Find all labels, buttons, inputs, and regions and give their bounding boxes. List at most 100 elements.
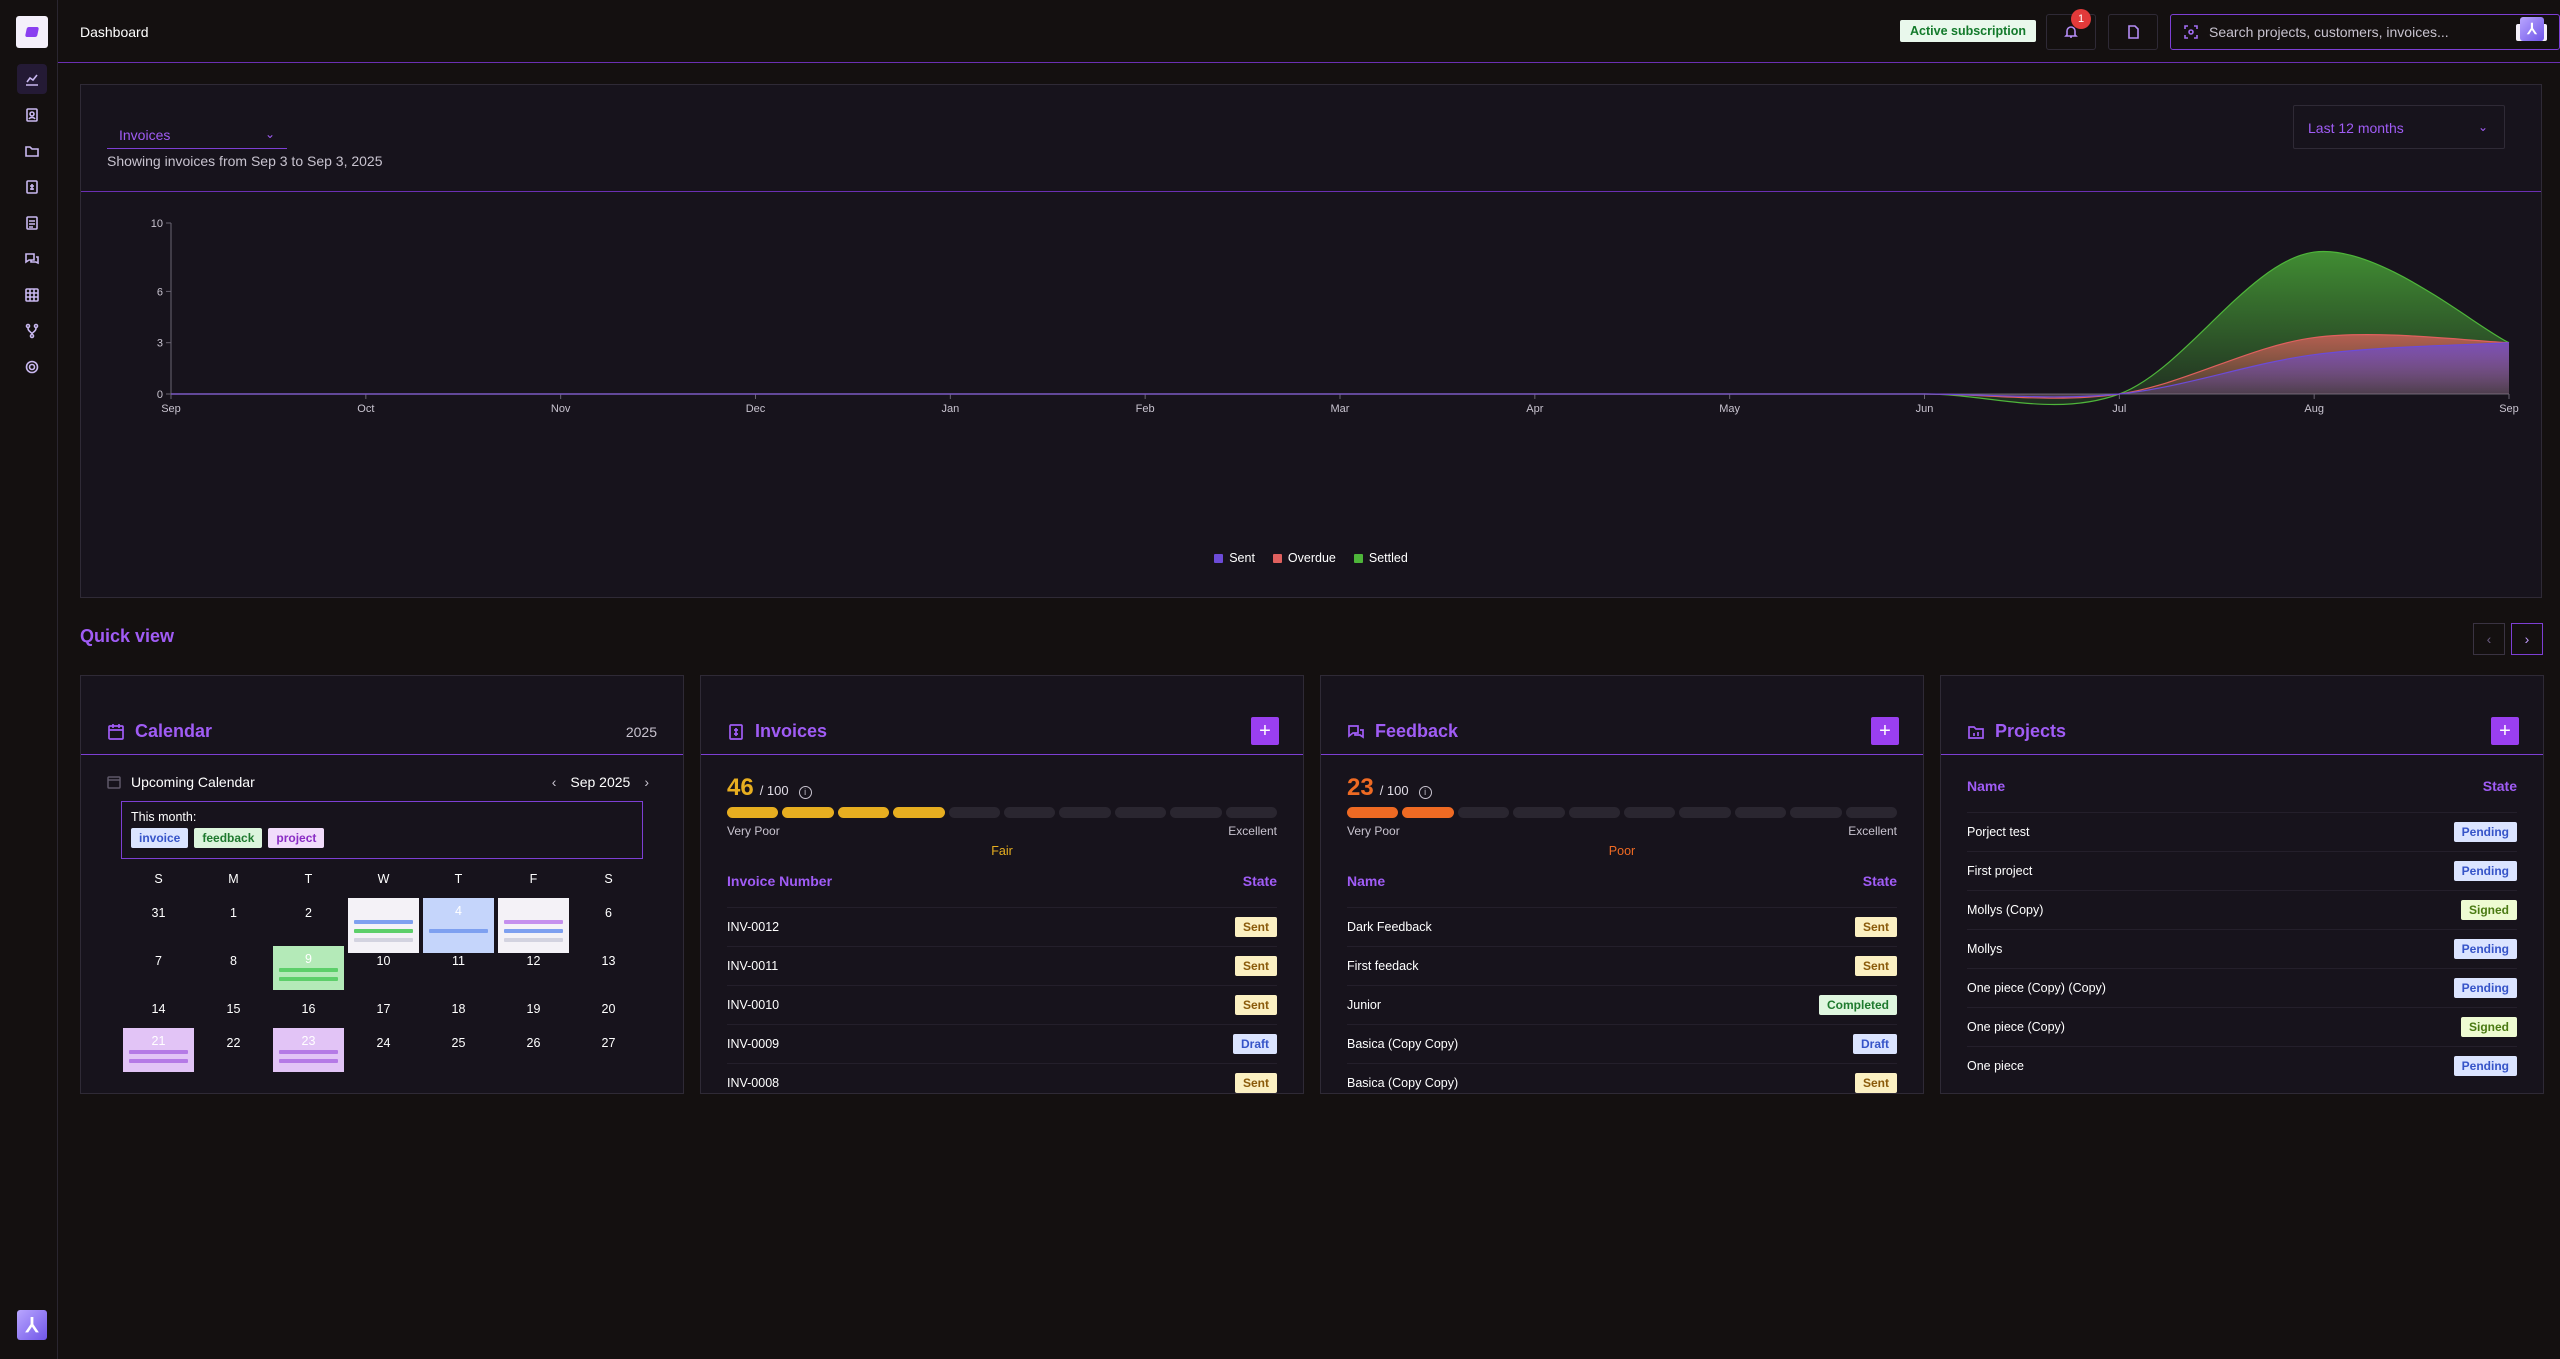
column-header[interactable]: Name [1967,778,2005,812]
calendar-day[interactable]: 2 [271,898,346,953]
calendar-day[interactable]: 20 [571,994,646,1028]
sidebar-item-invoices[interactable] [17,172,47,202]
app-logo[interactable] [16,16,48,48]
quick-view-next-button[interactable]: › [2511,623,2543,655]
column-header[interactable]: State [1243,873,1277,907]
add-feedback-button[interactable]: + [1871,717,1899,745]
sidebar-item-feedback[interactable] [17,244,47,274]
x-tick-label: Mar [1331,403,1350,415]
sidebar-item-workflows[interactable] [17,316,47,346]
table-row[interactable]: Dark Feedback Sent [1347,907,1897,946]
subscription-badge[interactable]: Active subscription [1900,20,2036,42]
calendar-day-with-events[interactable]: 3 [348,898,419,953]
table-row[interactable]: INV-0008 Sent [727,1063,1277,1102]
calendar-day-with-events[interactable]: 9 [273,946,344,990]
calendar-day[interactable]: 27 [571,1028,646,1076]
calendar-day[interactable]: 8 [196,946,271,994]
table-row[interactable]: INV-0012 Sent [727,907,1277,946]
calendar-title-text: Calendar [135,721,213,741]
prev-month-button[interactable]: ‹ [552,774,557,790]
column-header[interactable]: State [1863,873,1897,907]
column-header[interactable]: State [2483,778,2517,812]
calendar-day[interactable]: 12 [496,946,571,994]
calendar-day[interactable]: 18 [421,994,496,1028]
score-segment [1845,807,1898,818]
calendar-day-with-events[interactable]: 21 [123,1028,194,1072]
notifications-button[interactable]: 1 [2046,9,2096,50]
table-row[interactable]: First feedack Sent [1347,946,1897,985]
calendar-day[interactable]: 10 [346,946,421,994]
calendar-header: Calendar 2025 [81,676,683,755]
calendar-day[interactable]: 16 [271,994,346,1028]
add-project-button[interactable]: + [2491,717,2519,745]
column-header[interactable]: Invoice Number [727,873,832,907]
calendar-day[interactable]: 15 [196,994,271,1028]
calendar-day[interactable]: 26 [496,1028,571,1076]
range-select[interactable]: Last 12 months ⌄ [2293,105,2505,149]
calendar-day[interactable]: 6 [571,898,646,953]
sidebar-item-calendar[interactable] [17,280,47,310]
table-row[interactable]: Basica (Copy Copy) Draft [1347,1024,1897,1063]
user-avatar[interactable]: ⅄ [2520,17,2544,41]
sidebar-item-projects[interactable] [17,136,47,166]
documents-button[interactable] [2108,14,2158,50]
calendar-day-with-events[interactable]: 4 [423,898,494,953]
legend-item[interactable]: Overdue [1272,551,1336,565]
calendar-day[interactable]: 19 [496,994,571,1028]
topbar: Dashboard Active subscription 1 Search p… [58,0,2560,63]
table-row[interactable]: First project Pending [1967,851,2517,890]
table-row[interactable]: INV-0010 Sent [727,985,1277,1024]
calendar-day-with-events[interactable]: 23 [273,1028,344,1072]
calendar-day-with-events[interactable]: 5 [498,898,569,953]
tag-feedback[interactable]: feedback [194,828,263,848]
table-row[interactable]: Porject test Pending [1967,812,2517,851]
info-icon[interactable]: i [1418,785,1432,799]
status-badge: Draft [1232,1034,1277,1054]
table-row[interactable]: Mollys Pending [1967,929,2517,968]
sidebar-item-customers[interactable] [17,100,47,130]
calendar-day[interactable]: 7 [121,946,196,994]
row-name: Basica (Copy Copy) [1347,1037,1459,1051]
event-bar-project [279,1059,338,1063]
search-input[interactable]: Search projects, customers, invoices... … [2170,14,2560,50]
next-month-button[interactable]: › [644,774,649,790]
calendar-day[interactable]: 25 [421,1028,496,1076]
quick-view-prev-button[interactable]: ‹ [2473,623,2505,655]
tag-project[interactable]: project [268,828,325,848]
user-avatar-sidebar[interactable]: ⅄ [17,1310,47,1340]
feedback-title-text: Feedback [1375,721,1459,741]
event-bar-invoice [429,929,488,933]
x-tick-label: Aug [2304,403,2324,415]
table-row[interactable]: Basica (Copy Copy) Sent [1347,1063,1897,1102]
chart-type-select[interactable]: Invoices ⌄ [107,115,287,149]
calendar-day[interactable]: 1 [196,898,271,953]
table-row[interactable]: Mollys (Copy) Signed [1967,890,2517,929]
add-invoice-button[interactable]: + [1251,717,1279,745]
sidebar-item-dashboard[interactable] [17,64,47,94]
table-row[interactable]: INV-0011 Sent [727,946,1277,985]
sidebar-item-settings[interactable] [17,352,47,382]
calendar-day[interactable]: 31 [121,898,196,953]
tag-invoice[interactable]: invoice [131,828,189,848]
calendar-day[interactable]: 11 [421,946,496,994]
table-row[interactable]: INV-0009 Draft [727,1024,1277,1063]
status-badge: Sent [1234,1073,1277,1093]
calendar-day[interactable]: 22 [196,1028,271,1076]
calendar-day-number: 4 [455,904,462,918]
table-row[interactable]: One piece (Copy) (Copy) Pending [1967,968,2517,1007]
invoices-panel: Invoices + 46 / 100 i Very Poor Excellen… [700,675,1304,1094]
table-row[interactable]: Junior Completed [1347,985,1897,1024]
calendar-day[interactable]: 17 [346,994,421,1028]
info-icon[interactable]: i [798,785,812,799]
column-header[interactable]: Name [1347,873,1385,907]
event-bar-project [504,920,563,924]
sidebar-item-documents[interactable] [17,208,47,238]
table-row[interactable]: One piece Pending [1967,1046,2517,1085]
calendar-day[interactable]: 24 [346,1028,421,1076]
calendar-day[interactable]: 13 [571,946,646,994]
legend-item[interactable]: Settled [1353,551,1408,565]
contacts-icon [26,108,38,122]
calendar-day[interactable]: 14 [121,994,196,1028]
table-row[interactable]: One piece (Copy) Signed [1967,1007,2517,1046]
legend-item[interactable]: Sent [1214,551,1255,565]
